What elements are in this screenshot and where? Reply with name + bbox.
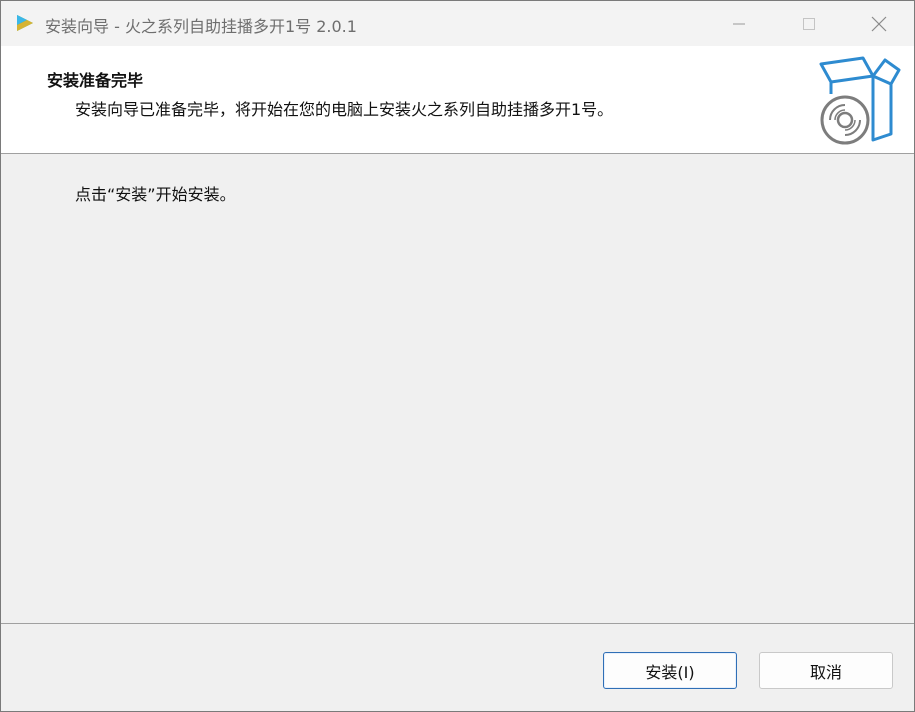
installer-window: 安装向导 - 火之系列自助挂播多开1号 2.0.1 安装准备完毕 安装向导已准备… xyxy=(0,0,915,712)
install-instruction: 点击“安装”开始安装。 xyxy=(75,185,236,204)
wizard-header: 安装准备完毕 安装向导已准备完毕，将开始在您的电脑上安装火之系列自助挂播多开1号… xyxy=(1,46,914,154)
close-button[interactable] xyxy=(844,1,914,46)
app-logo-icon xyxy=(17,15,33,31)
close-icon xyxy=(871,16,887,31)
cancel-button[interactable]: 取消 xyxy=(759,652,893,689)
footer-divider xyxy=(1,623,914,624)
minimize-icon xyxy=(733,23,745,24)
page-title: 安装准备完毕 xyxy=(47,71,144,90)
install-button[interactable]: 安装(I) xyxy=(603,652,737,689)
maximize-button[interactable] xyxy=(774,1,844,46)
maximize-icon xyxy=(803,17,815,30)
minimize-button[interactable] xyxy=(704,1,774,46)
install-box-disc-icon xyxy=(819,56,901,145)
page-subtitle: 安装向导已准备完毕，将开始在您的电脑上安装火之系列自助挂播多开1号。 xyxy=(75,100,614,119)
window-title: 安装向导 - 火之系列自助挂播多开1号 2.0.1 xyxy=(45,17,357,36)
title-bar[interactable]: 安装向导 - 火之系列自助挂播多开1号 2.0.1 xyxy=(1,1,914,46)
